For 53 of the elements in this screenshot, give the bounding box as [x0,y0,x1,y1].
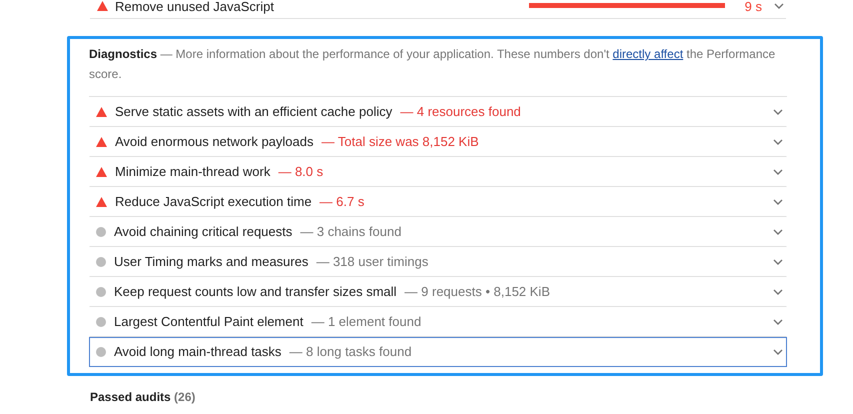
chevron-down-icon[interactable] [773,169,783,175]
audit-row[interactable]: Avoid enormous network payloads — Total size was 8,152 KiB [89,127,787,157]
audit-detail: — 6.7 s [320,193,364,212]
audit-title: Reduce JavaScript execution time [115,193,312,212]
audit-detail: — 8 long tasks found [289,343,412,362]
audit-value: 9 s [744,0,763,13]
audit-detail: — 9 requests • 8,152 KiB [404,283,550,302]
audit-detail: — 1 element found [311,313,422,332]
audit-row[interactable]: Reduce JavaScript execution time — 6.7 s [89,187,787,217]
audit-title: Avoid long main-thread tasks [114,343,282,362]
audit-detail: — 4 resources found [400,103,521,122]
warning-triangle-icon [96,107,107,117]
circle-icon [96,257,106,267]
audit-detail: — 318 user timings [316,253,428,272]
audit-row[interactable]: Largest Contentful Paint element — 1 element found [89,307,787,337]
audit-title: Largest Contentful Paint element [114,313,304,332]
warning-triangle-icon [96,137,107,147]
audit-row[interactable]: Minimize main-thread work — 8.0 s [89,157,787,187]
circle-icon [96,227,106,237]
chevron-down-icon[interactable] [773,229,783,235]
audit-row[interactable]: User Timing marks and measures — 318 user timings [89,247,787,277]
audit-row[interactable]: Avoid chaining critical requests — 3 chains found [89,217,787,247]
audit-title: Avoid enormous network payloads [115,133,314,152]
chevron-down-icon[interactable] [773,349,783,355]
warning-triangle-icon [96,197,107,207]
chevron-down-icon[interactable] [773,199,783,205]
circle-icon [96,317,106,327]
audit-detail: — Total size was 8,152 KiB [322,133,479,152]
circle-icon [96,347,106,357]
chevron-down-icon[interactable] [773,259,783,265]
audit-row[interactable]: Avoid long main-thread tasks — 8 long tasks found [89,337,787,367]
audit-title: Serve static assets with an efficient cache policy [115,103,392,122]
audit-detail: — 3 chains found [300,223,402,242]
chevron-down-icon[interactable] [773,109,783,115]
audit-title: User Timing marks and measures [114,253,308,272]
link[interactable]: directly affect [612,47,684,61]
audit-title: Keep request counts low and transfer sizes small [114,283,397,302]
chevron-down-icon[interactable] [773,289,783,295]
audit-title: Minimize main-thread work [115,163,270,182]
chevron-down-icon[interactable] [773,319,783,325]
audit-title: Remove unused JavaScript [115,0,274,13]
section-description: Diagnostics — More information about the performance of your application. These numbers don't directly affect the Performance score. [89,44,787,97]
warning-triangle-icon [97,1,108,11]
count-label: (26) [174,390,196,404]
chevron-down-icon[interactable] [774,3,784,9]
audit-title: Avoid chaining critical requests [114,223,292,242]
section-title: Passed audits [90,390,171,404]
audit-row[interactable]: Serve static assets with an efficient cache policy — 4 resources found [89,97,787,127]
audit-row[interactable]: Keep request counts low and transfer sizes small — 9 requests • 8,152 KiB [89,277,787,307]
chevron-down-icon[interactable] [773,139,783,145]
circle-icon [96,287,106,297]
audit-detail: — 8.0 s [278,163,324,182]
warning-triangle-icon [96,167,107,177]
